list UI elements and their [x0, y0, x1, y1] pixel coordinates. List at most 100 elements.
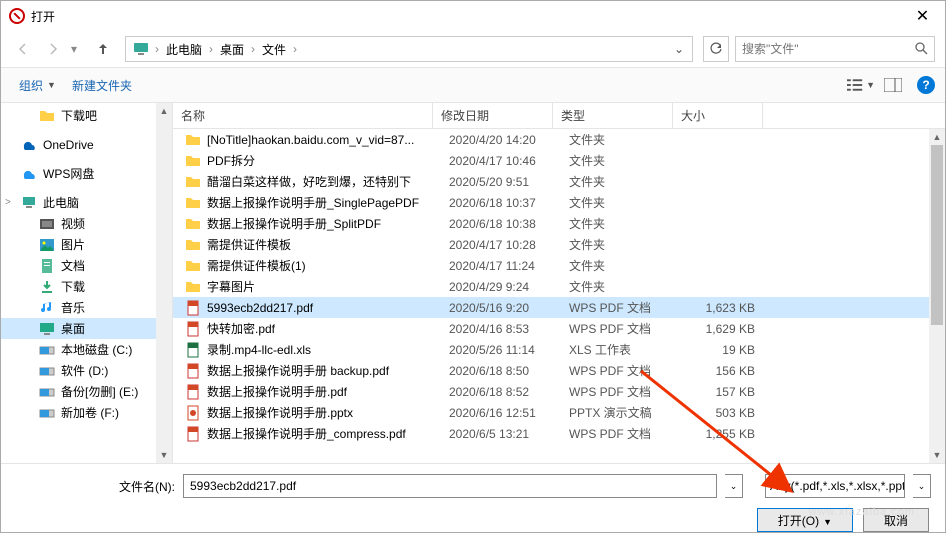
- back-button[interactable]: [11, 37, 35, 61]
- filelist-scrollbar[interactable]: ▲ ▼: [929, 129, 945, 463]
- chevron-down-icon: ▼: [47, 80, 56, 90]
- file-date: 2020/4/17 10:28: [441, 238, 561, 252]
- file-date: 2020/6/16 12:51: [441, 406, 561, 420]
- search-icon[interactable]: [914, 41, 928, 58]
- file-row[interactable]: 数据上报操作说明手册.pdf2020/6/18 8:52WPS PDF 文档15…: [173, 381, 945, 402]
- open-button[interactable]: 打开(O)▼: [757, 508, 853, 532]
- scroll-up-icon[interactable]: ▲: [156, 103, 172, 119]
- column-size[interactable]: 大小: [673, 103, 763, 128]
- chevron-right-icon: ›: [292, 42, 298, 56]
- sidebar-item[interactable]: 图片: [1, 234, 172, 255]
- refresh-button[interactable]: [703, 36, 729, 62]
- file-type: 文件夹: [561, 194, 681, 211]
- file-name: 数据上报操作说明手册_SinglePagePDF: [207, 194, 441, 211]
- file-row[interactable]: 字幕图片2020/4/29 9:24文件夹: [173, 276, 945, 297]
- filename-dropdown[interactable]: ⌄: [725, 474, 743, 498]
- organize-button[interactable]: 组织▼: [11, 73, 64, 98]
- file-date: 2020/4/17 10:46: [441, 154, 561, 168]
- column-date[interactable]: 修改日期: [433, 103, 553, 128]
- column-name[interactable]: 名称: [173, 103, 433, 128]
- file-type: 文件夹: [561, 173, 681, 190]
- scroll-thumb[interactable]: [931, 145, 943, 325]
- file-date: 2020/4/29 9:24: [441, 280, 561, 294]
- file-name: 数据上报操作说明手册_SplitPDF: [207, 215, 441, 232]
- sidebar-item-label: 新加卷 (F:): [61, 404, 119, 421]
- file-row[interactable]: 需提供证件模板2020/4/17 10:28文件夹: [173, 234, 945, 255]
- file-row[interactable]: [NoTitle]haokan.baidu.com_v_vid=87...202…: [173, 129, 945, 150]
- sidebar-item-label: 桌面: [61, 320, 85, 337]
- sidebar-item[interactable]: > 此电脑: [1, 192, 172, 213]
- file-row[interactable]: 5993ecb2dd217.pdf2020/5/16 9:20WPS PDF 文…: [173, 297, 945, 318]
- file-row[interactable]: 数据上报操作说明手册 backup.pdf2020/6/18 8:50WPS P…: [173, 360, 945, 381]
- sidebar-item[interactable]: OneDrive: [1, 134, 172, 155]
- sidebar-item[interactable]: 备份[勿删] (E:): [1, 381, 172, 402]
- column-type[interactable]: 类型: [553, 103, 673, 128]
- file-name: 5993ecb2dd217.pdf: [207, 301, 441, 315]
- sidebar-item[interactable]: 软件 (D:): [1, 360, 172, 381]
- file-row[interactable]: PDF拆分2020/4/17 10:46文件夹: [173, 150, 945, 171]
- file-row[interactable]: 需提供证件模板(1)2020/4/17 11:24文件夹: [173, 255, 945, 276]
- help-button[interactable]: ?: [917, 76, 935, 94]
- crumb-desktop[interactable]: 桌面: [214, 37, 250, 61]
- sidebar-item[interactable]: 桌面: [1, 318, 172, 339]
- breadcrumb-dropdown[interactable]: ⌄: [668, 42, 690, 56]
- sidebar-item[interactable]: 音乐: [1, 297, 172, 318]
- search-input[interactable]: [742, 42, 914, 56]
- sidebar-item[interactable]: 本地磁盘 (C:): [1, 339, 172, 360]
- scroll-down-icon[interactable]: ▼: [156, 447, 172, 463]
- file-row[interactable]: 录制.mp4-llc-edl.xls2020/5/26 11:14XLS 工作表…: [173, 339, 945, 360]
- file-row[interactable]: 醋溜白菜这样做，好吃到爆，还特别下2020/5/20 9:51文件夹: [173, 171, 945, 192]
- sidebar-item-label: 此电脑: [43, 194, 79, 211]
- up-button[interactable]: [91, 37, 115, 61]
- view-mode-button[interactable]: ▼: [847, 73, 875, 97]
- filter-dropdown[interactable]: ⌄: [913, 474, 931, 498]
- sidebar-scrollbar[interactable]: ▲ ▼: [156, 103, 172, 463]
- preview-pane-button[interactable]: [879, 73, 907, 97]
- file-row[interactable]: 数据上报操作说明手册_SinglePagePDF2020/6/18 10:37文…: [173, 192, 945, 213]
- sidebar-item-label: WPS网盘: [43, 165, 94, 182]
- scroll-up-icon[interactable]: ▲: [929, 129, 945, 145]
- file-row[interactable]: 数据上报操作说明手册_SplitPDF2020/6/18 10:38文件夹: [173, 213, 945, 234]
- main-area: 下载吧 OneDrive WPS网盘 > 此电脑视频图片文档下载音乐桌面本地磁盘 (C:…: [1, 103, 945, 463]
- file-type: WPS PDF 文档: [561, 299, 681, 316]
- new-folder-button[interactable]: 新建文件夹: [64, 73, 140, 98]
- file-name: 录制.mp4-llc-edl.xls: [207, 341, 441, 358]
- history-dropdown[interactable]: ▾: [71, 42, 85, 56]
- file-type: 文件夹: [561, 131, 681, 148]
- file-name: 数据上报操作说明手册.pdf: [207, 383, 441, 400]
- file-date: 2020/5/16 9:20: [441, 301, 561, 315]
- close-button[interactable]: ✕: [900, 1, 945, 31]
- column-header: 名称 修改日期 类型 大小: [173, 103, 945, 129]
- sidebar-item[interactable]: 文档: [1, 255, 172, 276]
- breadcrumb[interactable]: › 此电脑 › 桌面 › 文件 › ⌄: [125, 36, 693, 62]
- sidebar-item[interactable]: WPS网盘: [1, 163, 172, 184]
- crumb-root[interactable]: 此电脑: [160, 37, 208, 61]
- tree-arrow-icon: >: [5, 197, 11, 208]
- file-row[interactable]: 快转加密.pdf2020/4/16 8:53WPS PDF 文档1,629 KB: [173, 318, 945, 339]
- file-type: WPS PDF 文档: [561, 383, 681, 400]
- sidebar-item[interactable]: 视频: [1, 213, 172, 234]
- file-name: 数据上报操作说明手册.pptx: [207, 404, 441, 421]
- forward-button[interactable]: [41, 37, 65, 61]
- file-row[interactable]: 数据上报操作说明手册_compress.pdf2020/6/5 13:21WPS…: [173, 423, 945, 444]
- sidebar-item-label: 文档: [61, 257, 85, 274]
- crumb-folder[interactable]: 文件: [256, 37, 292, 61]
- sidebar-item[interactable]: 下载: [1, 276, 172, 297]
- file-name: 快转加密.pdf: [207, 320, 441, 337]
- file-size: 1,623 KB: [681, 301, 763, 315]
- search-box[interactable]: [735, 36, 935, 62]
- file-date: 2020/6/18 10:38: [441, 217, 561, 231]
- sidebar-item[interactable]: 下载吧: [1, 105, 172, 126]
- filename-input[interactable]: [183, 474, 717, 498]
- cancel-button[interactable]: 取消: [863, 508, 929, 532]
- file-name: [NoTitle]haokan.baidu.com_v_vid=87...: [207, 133, 441, 147]
- scroll-down-icon[interactable]: ▼: [929, 447, 945, 463]
- file-row[interactable]: 数据上报操作说明手册.pptx2020/6/16 12:51PPTX 演示文稿5…: [173, 402, 945, 423]
- sidebar-item[interactable]: 新加卷 (F:): [1, 402, 172, 423]
- file-type: PPTX 演示文稿: [561, 404, 681, 421]
- file-name: 字幕图片: [207, 278, 441, 295]
- sidebar-item-label: 软件 (D:): [61, 362, 108, 379]
- file-name: 需提供证件模板(1): [207, 257, 441, 274]
- file-size: 503 KB: [681, 406, 763, 420]
- filter-combo[interactable]: Any(*.pdf,*.xls,*.xlsx,*.ppt,*.pptx): [765, 474, 905, 498]
